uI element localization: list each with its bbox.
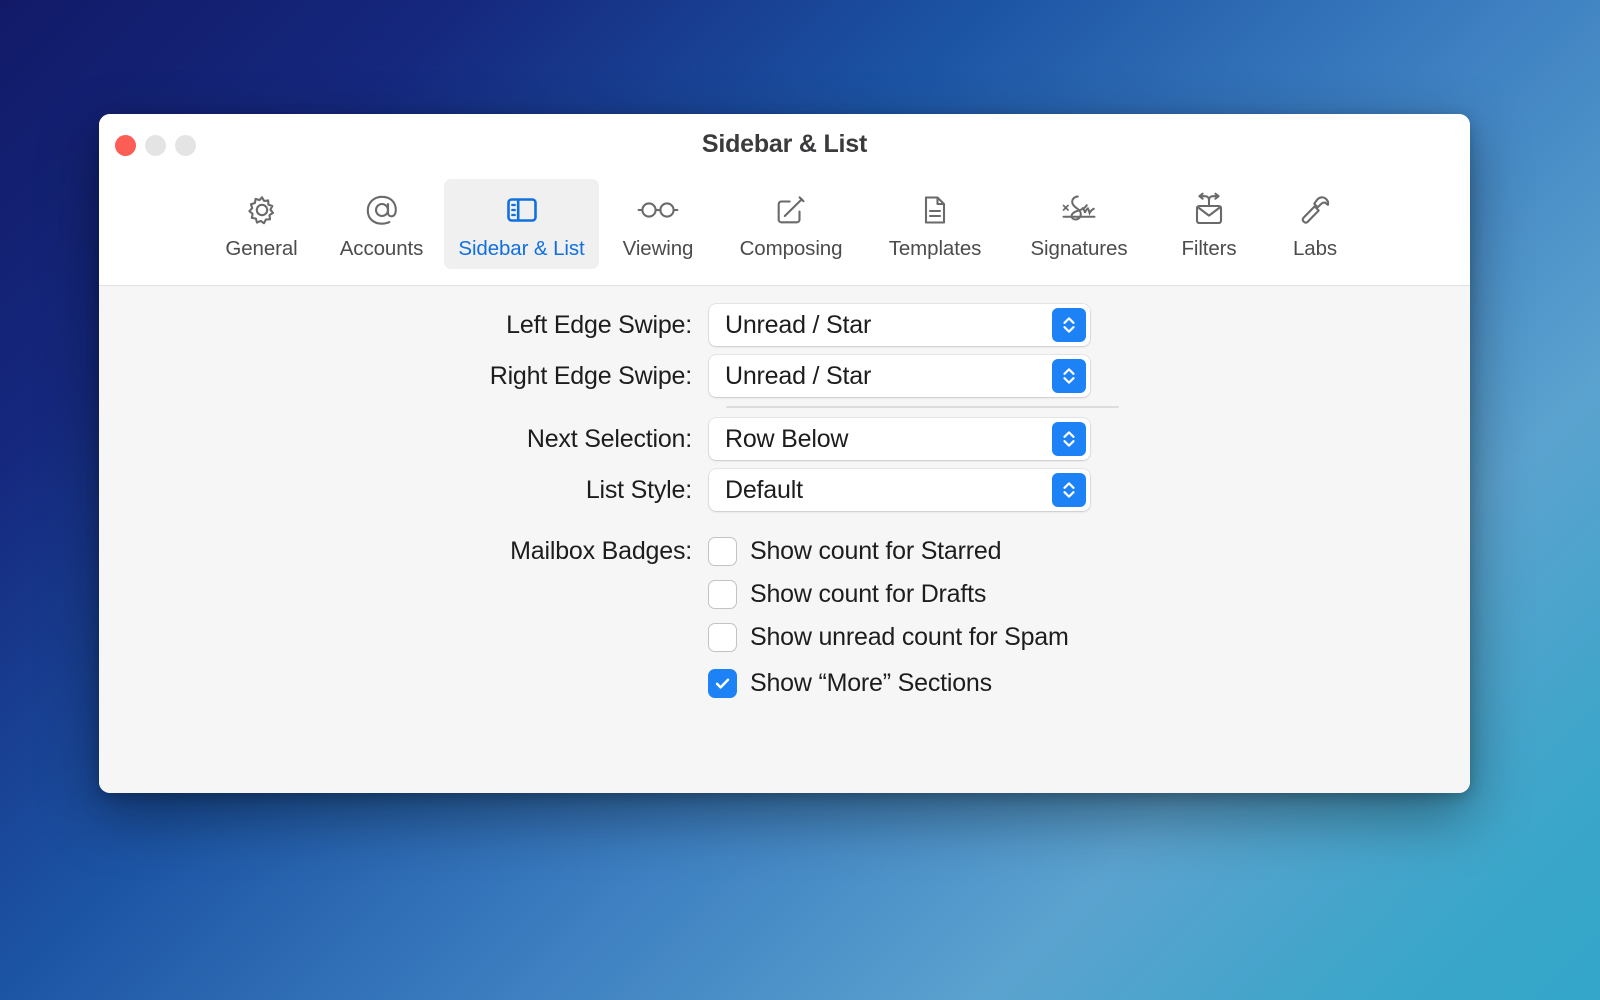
right-edge-swipe-dropdown[interactable]: Unread / Star	[709, 355, 1090, 397]
preferences-window: Sidebar & List General Accounts Sidebar …	[99, 114, 1470, 793]
next-selection-dropdown[interactable]: Row Below	[709, 418, 1090, 460]
document-icon	[915, 189, 955, 231]
row-mailbox-badges-spam: Show unread count for Spam	[99, 623, 1470, 652]
window-title: Sidebar & List	[701, 130, 868, 158]
tab-labs[interactable]: Labs	[1265, 179, 1365, 269]
checkbox-label-show-count-drafts: Show count for Drafts	[750, 580, 987, 608]
tab-composing[interactable]: Composing	[717, 179, 865, 269]
tab-label-signatures: Signatures	[1030, 237, 1128, 260]
tab-accounts[interactable]: Accounts	[319, 179, 444, 269]
row-list-style: List Style: Default	[99, 469, 1470, 511]
tab-viewing[interactable]: Viewing	[599, 179, 717, 269]
preferences-toolbar: General Accounts Sidebar & List Viewing …	[99, 175, 1470, 286]
checkbox-show-count-drafts[interactable]	[709, 581, 736, 608]
checkbox-row-show-count-drafts[interactable]: Show count for Drafts	[709, 580, 986, 609]
chevron-updown-icon[interactable]	[1052, 473, 1086, 507]
glasses-icon	[636, 189, 680, 231]
mailbox-badges-group: Mailbox Badges: Show count for Starred S…	[99, 537, 1470, 652]
row-show-more-sections: Show “More” Sections	[99, 669, 1470, 698]
checkbox-label-show-unread-count-spam: Show unread count for Spam	[750, 623, 1069, 651]
row-mailbox-badges-starred: Mailbox Badges: Show count for Starred	[99, 537, 1470, 566]
tab-templates[interactable]: Templates	[865, 179, 1005, 269]
checkbox-show-more-sections[interactable]	[709, 670, 736, 697]
gear-icon	[242, 189, 282, 231]
tab-label-sidebar-and-list: Sidebar & List	[458, 237, 585, 260]
checkbox-row-show-unread-count-spam[interactable]: Show unread count for Spam	[709, 623, 1069, 652]
right-edge-swipe-value: Unread / Star	[725, 361, 872, 390]
row-mailbox-badges-drafts: Show count for Drafts	[99, 580, 1470, 609]
list-style-value: Default	[725, 475, 803, 504]
tab-filters[interactable]: Filters	[1153, 179, 1265, 269]
label-list-style: List Style:	[585, 475, 692, 504]
checkbox-row-show-more-sections[interactable]: Show “More” Sections	[709, 669, 992, 698]
tab-sidebar-and-list[interactable]: Sidebar & List	[444, 179, 599, 269]
tab-label-accounts: Accounts	[339, 237, 424, 260]
label-mailbox-badges: Mailbox Badges:	[510, 537, 692, 565]
group-separator	[99, 406, 1470, 408]
next-selection-value: Row Below	[725, 424, 849, 453]
hammer-icon	[1295, 189, 1335, 231]
signature-icon	[1056, 189, 1102, 231]
chevron-updown-icon[interactable]	[1052, 359, 1086, 393]
tab-label-composing: Composing	[739, 237, 843, 260]
checkbox-label-show-more-sections: Show “More” Sections	[750, 669, 992, 697]
settings-rows: Left Edge Swipe: Unread / Star Right Edg…	[99, 304, 1470, 707]
tab-label-templates: Templates	[888, 237, 982, 260]
separator-line	[726, 406, 1119, 408]
label-right-edge-swipe: Right Edge Swipe:	[489, 361, 692, 390]
left-edge-swipe-value: Unread / Star	[725, 310, 872, 339]
list-style-dropdown[interactable]: Default	[709, 469, 1090, 511]
row-next-selection: Next Selection: Row Below	[99, 418, 1470, 460]
tab-label-general: General	[225, 237, 298, 260]
checkbox-show-unread-count-spam[interactable]	[709, 624, 736, 651]
row-right-edge-swipe: Right Edge Swipe: Unread / Star	[99, 355, 1470, 397]
label-next-selection: Next Selection:	[526, 424, 692, 453]
tab-signatures[interactable]: Signatures	[1005, 179, 1153, 269]
settings-pane: Left Edge Swipe: Unread / Star Right Edg…	[99, 286, 1470, 793]
tab-label-filters: Filters	[1181, 237, 1237, 260]
checkbox-label-show-count-starred: Show count for Starred	[750, 537, 1002, 565]
tab-label-viewing: Viewing	[622, 237, 694, 260]
row-left-edge-swipe: Left Edge Swipe: Unread / Star	[99, 304, 1470, 346]
left-edge-swipe-dropdown[interactable]: Unread / Star	[709, 304, 1090, 346]
tab-label-labs: Labs	[1292, 237, 1338, 260]
tab-general[interactable]: General	[204, 179, 319, 269]
envelope-arrows-icon	[1189, 189, 1229, 231]
checkbox-row-show-count-starred[interactable]: Show count for Starred	[709, 537, 1001, 566]
at-sign-icon	[362, 189, 402, 231]
window-titlebar: Sidebar & List	[99, 114, 1470, 175]
chevron-updown-icon[interactable]	[1052, 422, 1086, 456]
checkbox-show-count-starred[interactable]	[709, 538, 736, 565]
chevron-updown-icon[interactable]	[1052, 308, 1086, 342]
compose-icon	[771, 189, 811, 231]
label-left-edge-swipe: Left Edge Swipe:	[506, 310, 692, 339]
sidebar-icon	[502, 189, 542, 231]
